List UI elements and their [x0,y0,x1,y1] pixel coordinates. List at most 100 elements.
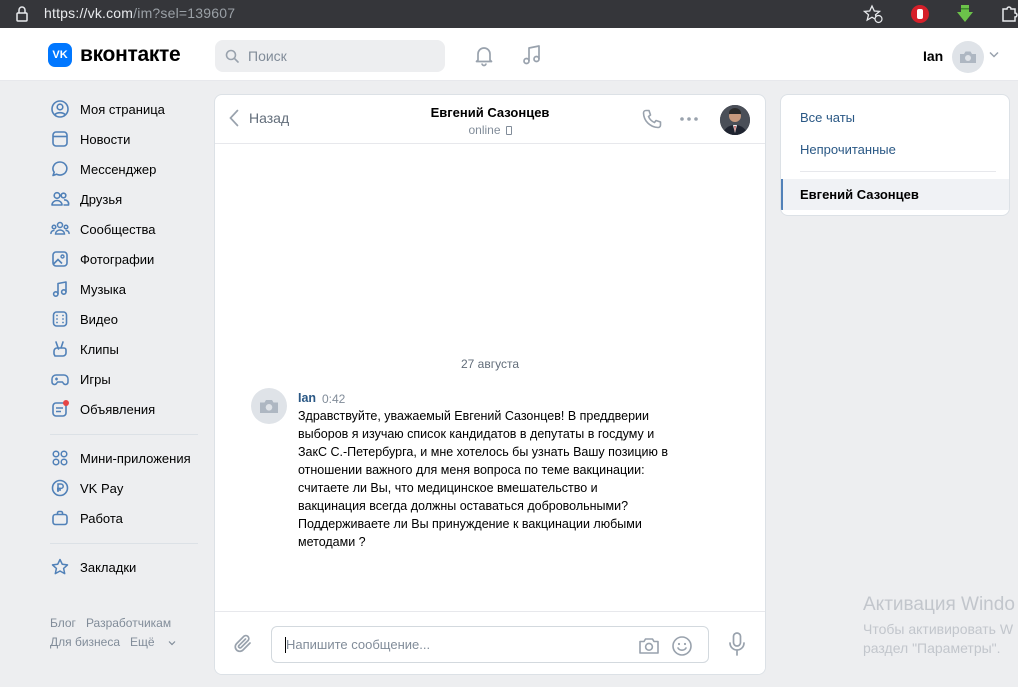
clips-icon [48,337,72,361]
photo-icon [48,247,72,271]
chevron-down-icon [168,641,176,646]
footer-links-row-2: Для бизнеса Ещё [50,635,186,649]
nav-label: Клипы [80,341,119,357]
url-text[interactable]: https://vk.com/im?sel=139607 [44,5,235,21]
active-chat-item[interactable]: Евгений Сазонцев [781,179,1009,210]
watermark-title: Активация Windo [863,594,1015,615]
nav-label: Объявления [80,401,156,417]
peer-status-text: online [468,123,501,137]
music-note-icon[interactable] [520,43,544,67]
nav-label: Сообщества [80,221,156,237]
star-icon [48,555,72,579]
nav-item-clips[interactable]: Клипы [48,334,200,364]
vk-logo[interactable]: VK вконтакте [48,43,181,67]
chat-filter-panel: Все чаты Непрочитанные Евгений Сазонцев [780,94,1010,216]
nav-item-my-page[interactable]: Моя страница [48,94,200,124]
filter-all-chats[interactable]: Все чаты [800,110,855,125]
panel-divider [800,171,996,172]
message-icon [48,157,72,181]
notifications-bell-icon[interactable] [472,43,496,67]
nav-item-photos[interactable]: Фотографии [48,244,200,274]
briefcase-icon [48,506,72,530]
nav-item-games[interactable]: Игры [48,364,200,394]
user-circle-icon [48,97,72,121]
gamepad-icon [48,367,72,391]
communities-icon [48,217,72,241]
url-path: /im?sel=139607 [133,5,236,21]
search-box[interactable] [215,40,445,72]
extensions-puzzle-icon[interactable] [998,3,1018,25]
nav-item-mini-apps[interactable]: Мини-приложения [48,443,200,473]
message-input-box[interactable] [271,626,709,663]
active-chat-label: Евгений Сазонцев [800,187,919,202]
nav-item-news[interactable]: Новости [48,124,200,154]
more-dots-icon[interactable] [677,107,701,131]
footer-link-more[interactable]: Ещё [130,635,176,649]
nav-label: Мини-приложения [80,450,191,466]
video-icon [48,307,72,331]
nav-label: Игры [80,371,111,387]
phone-call-icon[interactable] [640,107,664,131]
date-separator: 27 августа [460,357,519,371]
filter-unread[interactable]: Непрочитанные [800,142,896,157]
nav-item-ads[interactable]: Объявления [48,394,200,424]
nav-label: Работа [80,510,123,526]
windows-activation-watermark: Активация Windo Чтобы активировать W раз… [863,594,1015,658]
chat-header: Назад Евгений Сазонцев online [215,95,765,144]
message-time[interactable]: 0:42 [322,392,345,406]
camera-placeholder-icon [260,400,278,413]
nav-item-video[interactable]: Видео [48,304,200,334]
watermark-line-1: Чтобы активировать W [863,621,1014,637]
nav-label: Друзья [80,191,123,207]
download-extension-icon[interactable] [954,3,976,25]
nav-item-music[interactable]: Музыка [48,274,200,304]
url-host: https://vk.com [44,5,134,21]
emoji-smile-icon[interactable] [670,634,694,658]
search-input[interactable] [248,40,438,72]
apps-icon [48,446,72,470]
nav-divider [50,434,198,435]
nav-label: Новости [80,131,131,147]
nav-item-messenger[interactable]: Мессенджер [48,154,200,184]
nav-label: Фотографии [80,251,155,267]
nav-label: VK Pay [80,480,124,496]
message-author[interactable]: Ian [298,391,316,405]
nav-label: Музыка [80,281,126,297]
nav-label: Видео [80,311,118,327]
mobile-phone-icon [505,126,512,135]
vk-logo-mark-icon: VK [48,43,72,67]
browser-address-bar[interactable]: https://vk.com/im?sel=139607 [0,0,1018,28]
bookmark-star-icon[interactable] [862,3,884,25]
microphone-icon[interactable] [725,631,749,657]
footer-link-blog[interactable]: Блог [50,616,76,630]
attach-paperclip-icon[interactable] [232,632,256,656]
nav-divider [50,543,198,544]
footer-link-business[interactable]: Для бизнеса [50,635,120,649]
nav-label: Моя страница [80,101,165,117]
nav-item-communities[interactable]: Сообщества [48,214,200,244]
header-user-name[interactable]: Ian [923,48,943,64]
nav-item-vk-pay[interactable]: VK Pay [48,473,200,503]
newsfeed-icon [48,127,72,151]
peer-avatar[interactable] [720,105,750,135]
music-icon [48,277,72,301]
nav-item-friends[interactable]: Друзья [48,184,200,214]
message-composer [215,611,765,674]
ads-icon [48,397,72,421]
camera-placeholder-icon [960,51,976,63]
nav-item-bookmarks[interactable]: Закладки [48,552,200,582]
nav-label: Закладки [80,559,137,575]
message-input[interactable] [286,627,626,662]
vkpay-icon [48,476,72,500]
camera-icon[interactable] [637,634,661,658]
chevron-down-icon[interactable] [989,51,999,58]
nav-item-work[interactable]: Работа [48,503,200,533]
header-avatar[interactable] [952,41,984,73]
peer-photo-icon [720,105,750,135]
footer-link-developers[interactable]: Разработчикам [86,616,171,630]
message-avatar[interactable] [251,388,287,424]
watermark-line-2: раздел "Параметры". [863,640,1001,656]
message-text: Здравствуйте, уважаемый Евгений Сазонцев… [298,409,669,549]
ad-block-extension-icon[interactable] [909,3,931,25]
nav-label: Мессенджер [80,161,157,177]
